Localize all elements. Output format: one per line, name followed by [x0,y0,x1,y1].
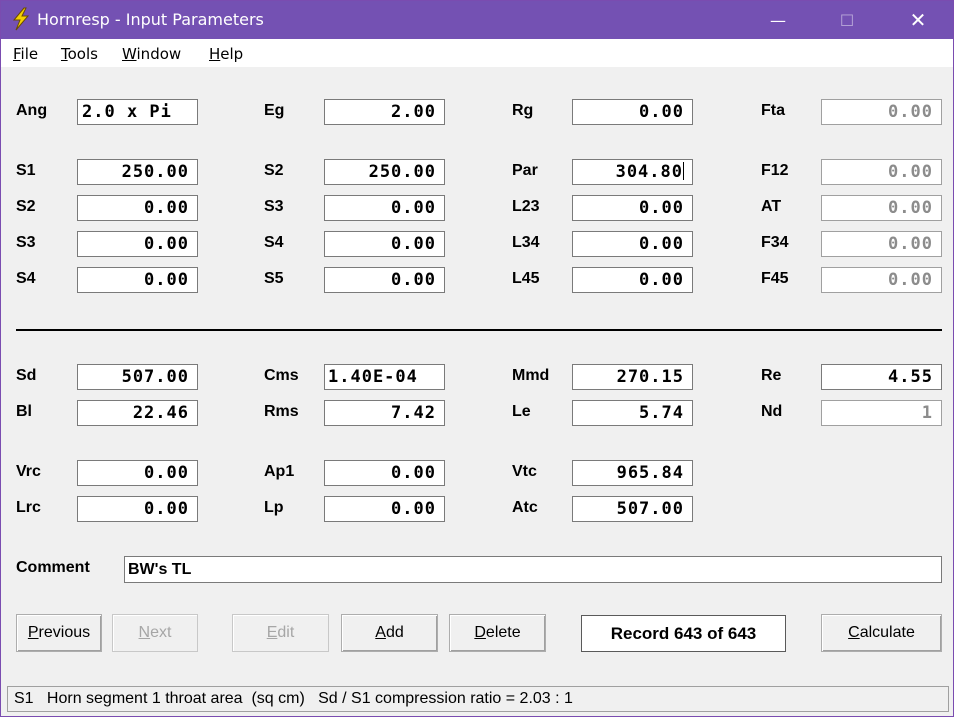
label-l45: L45 [512,270,540,287]
label-rg: Rg [512,102,534,119]
label-s1: S1 [16,162,36,179]
input-par[interactable]: 304.80 [572,159,693,185]
label-f45: F45 [761,270,789,287]
label-eg: Eg [264,102,285,119]
input-l45[interactable]: 0.00 [572,267,693,293]
input-s3-right[interactable]: 0.00 [324,195,445,221]
label-ap1: Ap1 [264,463,295,480]
delete-button[interactable]: Delete [449,614,546,652]
input-le[interactable]: 5.74 [572,400,693,426]
input-s3[interactable]: 0.00 [77,231,198,257]
label-cms: Cms [264,367,299,384]
label-s4-right: S4 [264,234,284,251]
lightning-bolt-icon [12,7,30,31]
input-re[interactable]: 4.55 [821,364,942,390]
label-nd: Nd [761,403,783,420]
maximize-button[interactable]: ☐ [824,1,870,39]
text-caret [683,162,684,180]
label-lp: Lp [264,499,284,516]
main-window: Hornresp - Input Parameters — ☐ ✕ File T… [0,0,954,717]
menu-help[interactable]: Help [209,45,243,63]
input-cms[interactable]: 1.40E-04 [324,364,445,390]
minimize-button[interactable]: — [755,1,801,39]
input-f45: 0.00 [821,267,942,293]
comment-field[interactable]: BW's TL [124,556,942,583]
input-ap1[interactable]: 0.00 [324,460,445,486]
minimize-icon: — [770,10,786,30]
input-s2[interactable]: 0.00 [77,195,198,221]
label-at: AT [761,198,782,215]
window-title: Hornresp - Input Parameters [37,10,264,29]
input-s4[interactable]: 0.00 [77,267,198,293]
label-s2-right: S2 [264,162,284,179]
close-icon: ✕ [909,8,927,32]
section-divider [16,329,942,331]
input-s4-right[interactable]: 0.00 [324,231,445,257]
label-le: Le [512,403,531,420]
label-s2: S2 [16,198,36,215]
input-s5[interactable]: 0.00 [324,267,445,293]
input-l23[interactable]: 0.00 [572,195,693,221]
label-re: Re [761,367,782,384]
label-vrc: Vrc [16,463,41,480]
label-par: Par [512,162,538,179]
label-rms: Rms [264,403,299,420]
input-lrc[interactable]: 0.00 [77,496,198,522]
label-s4: S4 [16,270,36,287]
label-f34: F34 [761,234,789,251]
input-l34[interactable]: 0.00 [572,231,693,257]
input-eg[interactable]: 2.00 [324,99,445,125]
calculate-button[interactable]: Calculate [821,614,942,652]
label-f12: F12 [761,162,789,179]
input-mmd[interactable]: 270.15 [572,364,693,390]
input-ang[interactable]: 2.0 x Pi [77,99,198,125]
input-rms[interactable]: 7.42 [324,400,445,426]
input-lp[interactable]: 0.00 [324,496,445,522]
label-s3: S3 [16,234,36,251]
label-bl: Bl [16,403,32,420]
record-indicator: Record 643 of 643 [581,615,786,652]
label-lrc: Lrc [16,499,41,516]
label-atc: Atc [512,499,538,516]
maximize-icon: ☐ [839,10,855,30]
menu-bar: File Tools Window Help [1,39,953,67]
input-at: 0.00 [821,195,942,221]
label-l34: L34 [512,234,540,251]
label-mmd: Mmd [512,367,550,384]
input-rg[interactable]: 0.00 [572,99,693,125]
label-fta: Fta [761,102,785,119]
add-button[interactable]: Add [341,614,438,652]
menu-window[interactable]: Window [122,45,181,63]
close-button[interactable]: ✕ [895,1,941,39]
input-bl[interactable]: 22.46 [77,400,198,426]
input-sd[interactable]: 507.00 [77,364,198,390]
menu-tools[interactable]: Tools [61,45,98,63]
input-f12: 0.00 [821,159,942,185]
label-s5: S5 [264,270,284,287]
label-sd: Sd [16,367,37,384]
label-s3-right: S3 [264,198,284,215]
status-bar: S1 Horn segment 1 throat area (sq cm) Sd… [7,686,949,712]
title-bar[interactable]: Hornresp - Input Parameters — ☐ ✕ [1,1,953,39]
input-s1[interactable]: 250.00 [77,159,198,185]
next-button[interactable]: Next [112,614,198,652]
input-atc[interactable]: 507.00 [572,496,693,522]
input-s2-right[interactable]: 250.00 [324,159,445,185]
menu-file[interactable]: File [13,45,38,63]
input-fta: 0.00 [821,99,942,125]
input-vrc[interactable]: 0.00 [77,460,198,486]
label-l23: L23 [512,198,540,215]
previous-button[interactable]: Previous [16,614,102,652]
label-vtc: Vtc [512,463,537,480]
input-nd: 1 [821,400,942,426]
edit-button[interactable]: Edit [232,614,329,652]
label-ang: Ang [16,102,48,119]
label-comment: Comment [16,559,90,576]
input-vtc[interactable]: 965.84 [572,460,693,486]
input-f34: 0.00 [821,231,942,257]
